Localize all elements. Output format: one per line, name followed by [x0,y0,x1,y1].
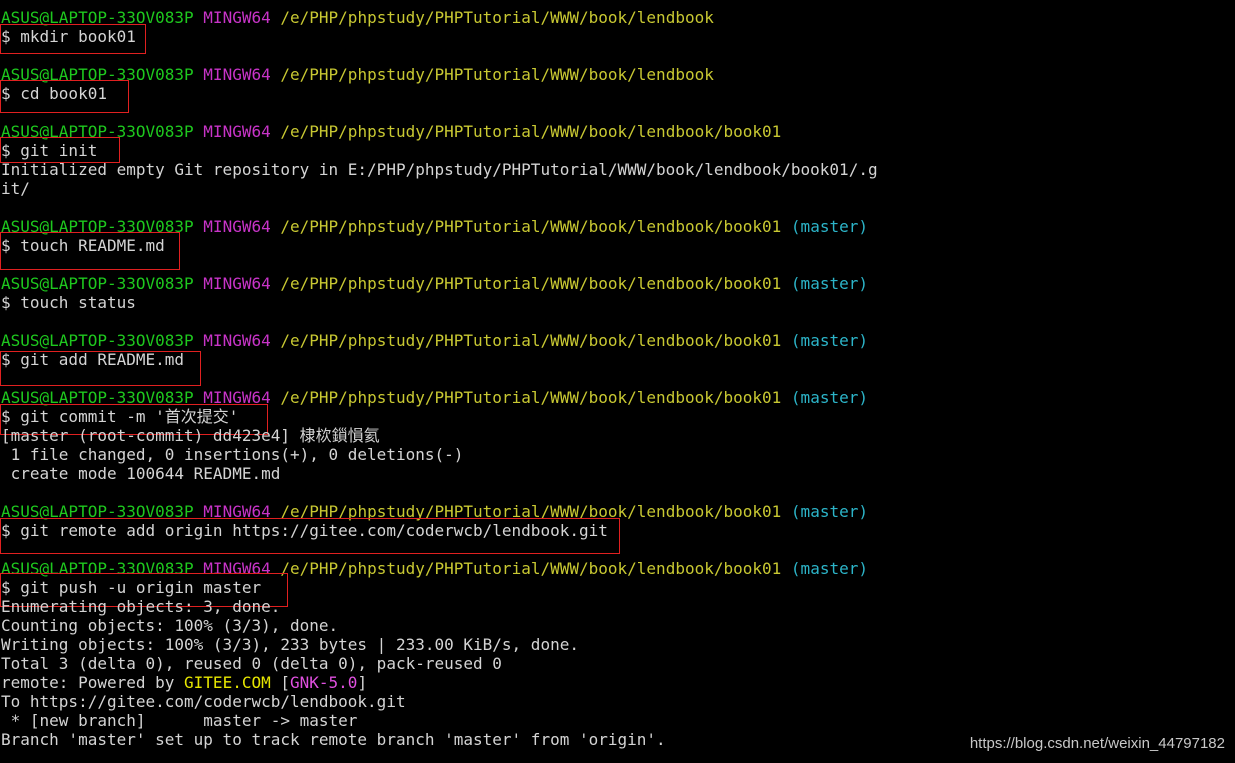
command-line: $ git remote add origin https://gitee.co… [1,521,608,540]
terminal-window[interactable]: ASUS@LAPTOP-33OV083P MINGW64 /e/PHP/phps… [0,0,1235,763]
output-line: Initialized empty Git repository in E:/P… [1,160,878,179]
output-line: 1 file changed, 0 insertions(+), 0 delet… [1,445,464,464]
prompt-branch: (master) [790,388,868,407]
prompt-user: ASUS@LAPTOP-33OV083P [1,217,194,236]
command-line: $ cd book01 [1,84,107,103]
prompt-path: /e/PHP/phpstudy/PHPTutorial/WWW/book/len… [280,274,782,293]
output-line: it/ [1,179,30,198]
prompt-user: ASUS@LAPTOP-33OV083P [1,65,194,84]
command-line: $ git init [1,141,98,160]
prompt-line: ASUS@LAPTOP-33OV083P MINGW64 /e/PHP/phps… [1,217,868,236]
gnk-version: GNK-5.0 [290,673,358,692]
prompt-line: ASUS@LAPTOP-33OV083P MINGW64 /e/PHP/phps… [1,8,714,27]
prompt-system: MINGW64 [203,217,271,236]
prompt-path: /e/PHP/phpstudy/PHPTutorial/WWW/book/len… [280,8,714,27]
prompt-line: ASUS@LAPTOP-33OV083P MINGW64 /e/PHP/phps… [1,65,714,84]
output-line: create mode 100644 README.md [1,464,281,483]
prompt-user: ASUS@LAPTOP-33OV083P [1,122,194,141]
remote-prefix: remote: Powered by [1,673,185,692]
prompt-line: ASUS@LAPTOP-33OV083P MINGW64 /e/PHP/phps… [1,274,868,293]
prompt-line: ASUS@LAPTOP-33OV083P MINGW64 /e/PHP/phps… [1,331,868,350]
prompt-system: MINGW64 [203,274,271,293]
bracket-close: ] [357,673,368,692]
prompt-system: MINGW64 [203,502,271,521]
output-line: remote: Powered by GITEE.COM [GNK-5.0] [1,673,367,692]
prompt-path: /e/PHP/phpstudy/PHPTutorial/WWW/book/len… [280,122,782,141]
bracket-open: [ [270,673,290,692]
prompt-system: MINGW64 [203,559,271,578]
prompt-user: ASUS@LAPTOP-33OV083P [1,331,194,350]
prompt-user: ASUS@LAPTOP-33OV083P [1,502,194,521]
prompt-user: ASUS@LAPTOP-33OV083P [1,274,194,293]
prompt-system: MINGW64 [203,8,271,27]
gitee-label: GITEE.COM [184,673,271,692]
prompt-path: /e/PHP/phpstudy/PHPTutorial/WWW/book/len… [280,331,782,350]
prompt-line: ASUS@LAPTOP-33OV083P MINGW64 /e/PHP/phps… [1,502,868,521]
output-line: To https://gitee.com/coderwcb/lendbook.g… [1,692,406,711]
prompt-branch: (master) [790,331,868,350]
command-line: $ touch README.md [1,236,165,255]
command-line: $ git add README.md [1,350,185,369]
prompt-line: ASUS@LAPTOP-33OV083P MINGW64 /e/PHP/phps… [1,122,781,141]
prompt-branch: (master) [790,217,868,236]
prompt-system: MINGW64 [203,65,271,84]
prompt-line: ASUS@LAPTOP-33OV083P MINGW64 /e/PHP/phps… [1,559,868,578]
watermark: https://blog.csdn.net/weixin_44797182 [969,735,1225,752]
prompt-path: /e/PHP/phpstudy/PHPTutorial/WWW/book/len… [280,559,782,578]
output-line: [master (root-commit) dd423e4] 棣栨鎻愪氦 [1,426,380,445]
prompt-path: /e/PHP/phpstudy/PHPTutorial/WWW/book/len… [280,388,782,407]
output-line: * [new branch] master -> master [1,711,358,730]
command-line: $ git push -u origin master [1,578,262,597]
prompt-user: ASUS@LAPTOP-33OV083P [1,388,194,407]
prompt-line: ASUS@LAPTOP-33OV083P MINGW64 /e/PHP/phps… [1,388,868,407]
prompt-system: MINGW64 [203,122,271,141]
command-line: $ mkdir book01 [1,27,136,46]
prompt-user: ASUS@LAPTOP-33OV083P [1,559,194,578]
prompt-branch: (master) [790,559,868,578]
prompt-path: /e/PHP/phpstudy/PHPTutorial/WWW/book/len… [280,65,714,84]
output-line: Counting objects: 100% (3/3), done. [1,616,339,635]
output-line: Writing objects: 100% (3/3), 233 bytes |… [1,635,579,654]
prompt-path: /e/PHP/phpstudy/PHPTutorial/WWW/book/len… [280,502,782,521]
output-line: Total 3 (delta 0), reused 0 (delta 0), p… [1,654,502,673]
command-line: $ touch status [1,293,136,312]
prompt-system: MINGW64 [203,331,271,350]
prompt-path: /e/PHP/phpstudy/PHPTutorial/WWW/book/len… [280,217,782,236]
prompt-branch: (master) [790,274,868,293]
prompt-branch: (master) [790,502,868,521]
output-line: Branch 'master' set up to track remote b… [1,730,666,749]
prompt-user: ASUS@LAPTOP-33OV083P [1,8,194,27]
command-line: $ git commit -m '首次提交' [1,407,239,426]
output-line: Enumerating objects: 3, done. [1,597,281,616]
prompt-system: MINGW64 [203,388,271,407]
